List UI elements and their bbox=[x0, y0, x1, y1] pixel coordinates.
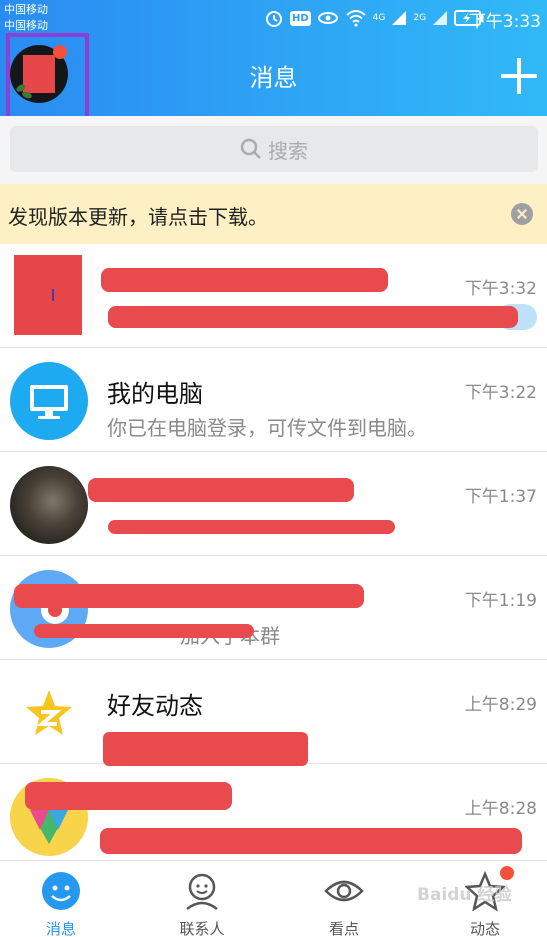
status-bar: 中国移动 中国移动 HD 4G 2G 下午3:33 bbox=[0, 0, 547, 36]
notification-dot bbox=[500, 866, 514, 880]
alarm-icon bbox=[266, 11, 282, 27]
conversation-time: 上午8:29 bbox=[464, 695, 537, 715]
monitor-icon bbox=[10, 362, 88, 440]
list-item[interactable]: 我的电脑 你已在电脑登录，可传文件到电脑。 下午3:22 bbox=[0, 348, 547, 452]
tab-label: 消息 bbox=[45, 920, 76, 937]
update-notice[interactable]: 发现版本更新，请点击下载。 bbox=[0, 184, 547, 244]
conversation-time: 下午3:32 bbox=[464, 279, 537, 299]
tab-label: 联系人 bbox=[179, 920, 225, 937]
search-placeholder: 搜索 bbox=[268, 138, 308, 163]
search-area: 搜索 bbox=[0, 116, 547, 184]
close-circle-icon[interactable] bbox=[511, 203, 533, 225]
list-item[interactable]: 上午8:28 bbox=[0, 764, 547, 868]
redacted-preview bbox=[34, 624, 254, 638]
signal-4g-label: 4G bbox=[372, 13, 386, 23]
conversation-time: 上午8:28 bbox=[464, 799, 537, 819]
status-icons: HD 4G 2G bbox=[264, 6, 484, 30]
carrier-label-1: 中国移动 bbox=[4, 3, 48, 16]
redacted-preview bbox=[100, 828, 522, 854]
tab-label: 动态 bbox=[469, 920, 500, 937]
tab-label: 看点 bbox=[328, 920, 359, 937]
tab-messages[interactable]: 消息 bbox=[6, 861, 116, 937]
eye-care-icon bbox=[317, 12, 338, 24]
conversation-list: 下午3:32 我的电脑 你已在电脑登录，可传文件到电脑。 下午3:22 下午1:… bbox=[0, 244, 547, 868]
redacted-name bbox=[101, 268, 388, 292]
conversation-time: 下午1:37 bbox=[464, 487, 537, 507]
list-item[interactable]: 好友动态 上午8:29 bbox=[0, 660, 547, 766]
signal-bars-icon-2 bbox=[433, 11, 448, 25]
list-item[interactable]: 下午1:37 bbox=[0, 452, 547, 556]
qzone-star-icon bbox=[10, 674, 88, 752]
conversation-time: 下午3:22 bbox=[464, 383, 537, 403]
conversation-name: 我的电脑 bbox=[107, 380, 203, 408]
carrier-label-2: 中国移动 bbox=[4, 19, 48, 32]
search-icon bbox=[240, 138, 261, 159]
red-square-avatar bbox=[14, 255, 82, 335]
hd-badge: HD bbox=[290, 10, 311, 26]
redacted-preview bbox=[108, 306, 518, 328]
contacts-icon bbox=[186, 873, 218, 911]
tab-contacts[interactable]: 联系人 bbox=[147, 861, 257, 937]
redacted-preview bbox=[108, 520, 395, 534]
eye-icon bbox=[324, 880, 364, 902]
update-notice-text: 发现版本更新，请点击下载。 bbox=[8, 205, 268, 229]
search-input[interactable]: 搜索 bbox=[10, 126, 538, 172]
signal-2g-label: 2G bbox=[413, 13, 427, 23]
photo-avatar bbox=[10, 466, 88, 544]
conversation-preview: 你已在电脑登录，可传文件到电脑。 bbox=[107, 416, 427, 440]
watermark: Baidu 经验 bbox=[417, 885, 512, 905]
status-time: 下午3:33 bbox=[468, 12, 541, 32]
signal-bars-icon bbox=[392, 11, 407, 25]
qq-message-screen: 中国移动 中国移动 HD 4G 2G 下午3:33 消息 搜索 发现版本更新，请… bbox=[0, 0, 547, 937]
redacted-name bbox=[25, 782, 232, 810]
conversation-name: 好友动态 bbox=[107, 692, 203, 720]
wifi-icon bbox=[346, 10, 366, 27]
list-item[interactable]: 下午1:19 加入了本群 bbox=[0, 556, 547, 660]
redacted-name bbox=[88, 478, 354, 502]
redacted-name bbox=[14, 584, 364, 608]
list-item[interactable]: 下午3:32 bbox=[0, 244, 547, 348]
tab-discover[interactable]: 看点 bbox=[289, 861, 399, 937]
redacted-preview bbox=[103, 732, 308, 766]
plus-icon[interactable] bbox=[501, 58, 537, 94]
message-icon bbox=[42, 872, 80, 910]
conversation-time: 下午1:19 bbox=[464, 591, 537, 611]
